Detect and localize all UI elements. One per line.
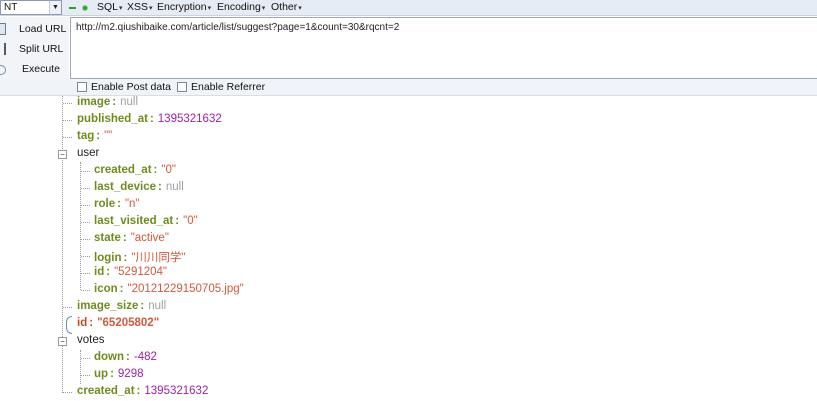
tree-branch (63, 392, 72, 393)
options-bar: Enable Post data Enable Referrer (0, 79, 817, 96)
tree-branch (81, 188, 90, 189)
tree-branch (81, 256, 90, 257)
tree-row[interactable]: tag: "" (77, 130, 112, 147)
tree-branch (63, 307, 72, 308)
tree-row[interactable]: state: "active" (94, 232, 169, 249)
enable-post-data-checkbox[interactable]: Enable Post data (77, 81, 171, 93)
tree-branch (81, 205, 90, 206)
menu-sql[interactable]: SQL▾ (97, 1, 123, 13)
tree-branch (81, 239, 90, 240)
tree-row[interactable]: image: null (77, 96, 138, 113)
tree-row[interactable]: up:9298 (94, 368, 144, 385)
toolbar: NT ▼ SQL▾ XSS▾ Encryption▾ Encoding▾ Oth… (0, 0, 817, 16)
menu-other[interactable]: Other▾ (271, 1, 302, 13)
split-url-label: Split URL (19, 43, 64, 55)
execute-label: Execute (22, 63, 60, 75)
dropdown-arrow-icon: ▾ (119, 5, 123, 12)
tree-branch (81, 290, 90, 291)
tree-node-votes[interactable]: votes (77, 334, 105, 351)
tree-row[interactable]: published_at:1395321632 (77, 113, 222, 130)
split-url-button[interactable]: Split URL (0, 40, 69, 58)
tree-guide-line (80, 162, 81, 290)
chevron-down-icon[interactable]: ▼ (49, 1, 61, 14)
collapse-toggle-icon[interactable]: − (58, 150, 67, 159)
tree-row[interactable]: last_device: null (94, 181, 184, 198)
tree-branch (81, 375, 90, 376)
selection-bracket (66, 316, 72, 334)
tree-row[interactable]: created_at:1395321632 (77, 385, 208, 401)
tree-branch (63, 103, 72, 104)
execute-icon (0, 63, 6, 75)
checkbox-icon[interactable] (177, 82, 187, 92)
minus-icon[interactable] (69, 4, 76, 11)
plus-icon[interactable] (81, 4, 88, 11)
dropdown-arrow-icon: ▾ (207, 5, 212, 12)
tree-node-user[interactable]: user (77, 147, 99, 164)
tree-guide-line (80, 350, 81, 384)
enable-referrer-label: Enable Referrer (191, 81, 266, 93)
tree-branch (81, 273, 90, 274)
dropdown-arrow-icon: ▾ (298, 5, 302, 12)
side-panel: Load URL Split URL Execute (0, 17, 69, 79)
tree-branch (81, 358, 90, 359)
tree-row[interactable]: down: -482 (94, 351, 157, 368)
collapse-toggle-icon[interactable]: − (58, 337, 67, 346)
tree-branch (81, 171, 90, 172)
url-textarea[interactable]: http://m2.qiushibaike.com/article/list/s… (70, 17, 817, 79)
database-select-value: NT (4, 2, 18, 13)
tree-row[interactable]: icon: "20121229150705.jpg" (94, 283, 244, 300)
tree-branch (63, 120, 72, 121)
tree-row[interactable]: created_at: "0" (94, 164, 176, 181)
tree-row[interactable]: id: "5291204" (94, 266, 167, 283)
url-value: http://m2.qiushibaike.com/article/list/s… (76, 22, 400, 33)
dropdown-arrow-icon: ▾ (261, 5, 266, 12)
tree-row[interactable]: image_size: null (77, 300, 166, 317)
menu-encryption[interactable]: Encryption▾ (157, 1, 211, 13)
json-tree-view: − − image: null published_at:1395321632 t… (0, 96, 817, 401)
split-icon (0, 43, 6, 55)
checkbox-icon[interactable] (77, 82, 87, 92)
execute-button[interactable]: Execute (0, 60, 69, 78)
menu-xss[interactable]: XSS▾ (127, 1, 153, 13)
tree-branch (81, 222, 90, 223)
tree-row-selected[interactable]: id: "65205802" (77, 317, 159, 334)
menu-encoding[interactable]: Encoding▾ (217, 1, 265, 13)
load-url-button[interactable]: Load URL (0, 20, 69, 38)
enable-referrer-checkbox[interactable]: Enable Referrer (177, 81, 265, 93)
database-select[interactable]: NT ▼ (0, 0, 62, 15)
tree-guide-line (62, 96, 63, 393)
tree-branch (63, 137, 72, 138)
enable-post-data-label: Enable Post data (91, 81, 171, 93)
dropdown-arrow-icon: ▾ (149, 5, 153, 12)
tree-row[interactable]: login: "川川同学" (94, 249, 185, 266)
tree-row[interactable]: last_visited_at: "0" (94, 215, 198, 232)
load-url-label: Load URL (19, 23, 67, 35)
tree-row[interactable]: role: "n" (94, 198, 140, 215)
page-icon (0, 23, 6, 35)
